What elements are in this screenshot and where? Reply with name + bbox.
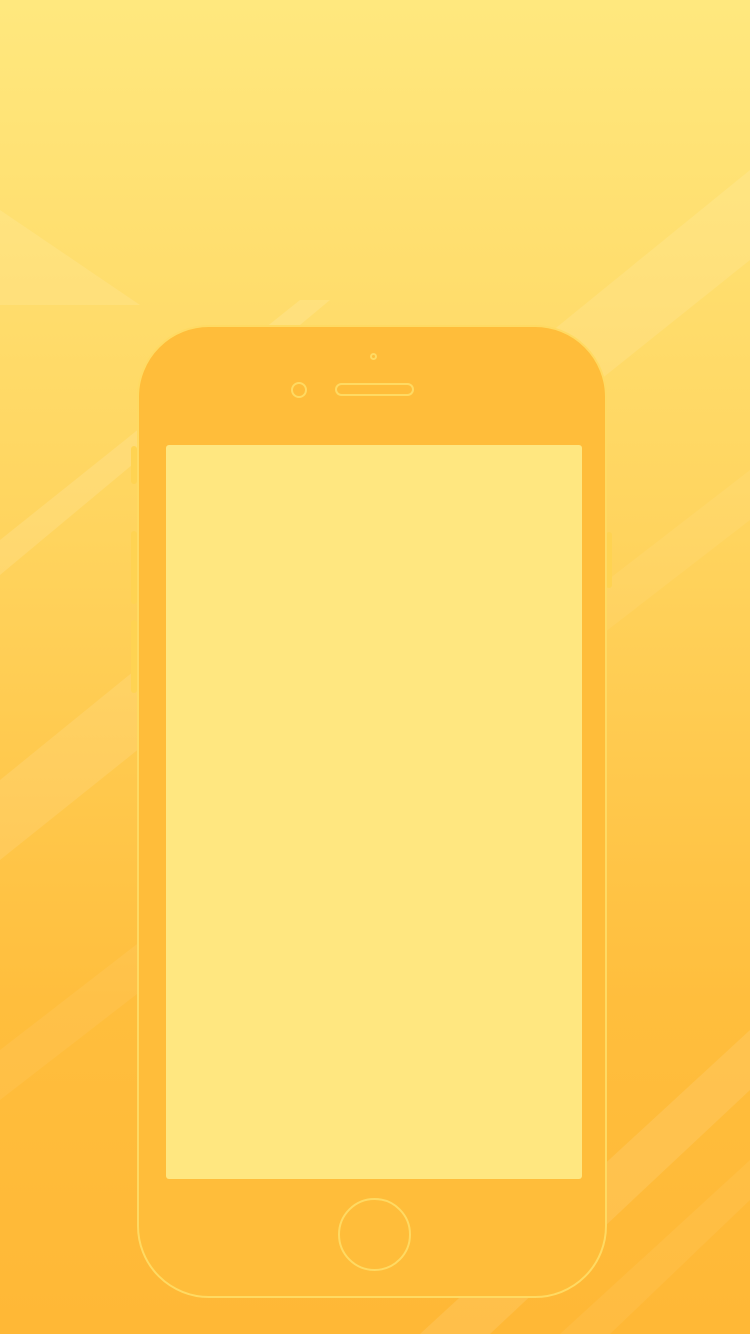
front-camera-icon — [291, 382, 307, 398]
background — [0, 0, 750, 1334]
phone-screen — [166, 445, 582, 1179]
home-button[interactable] — [338, 1198, 411, 1271]
proximity-sensor-icon — [370, 353, 377, 360]
background-stripe — [0, 210, 140, 305]
speaker-grille — [335, 383, 414, 396]
smartphone-mockup-icon — [137, 325, 607, 1298]
